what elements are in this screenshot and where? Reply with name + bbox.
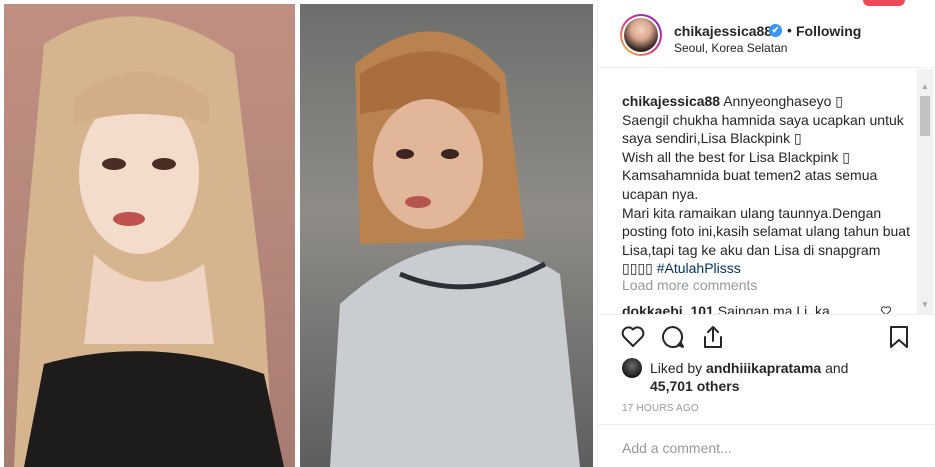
load-more-comments-button[interactable]: Load more comments <box>622 277 757 293</box>
action-bar <box>598 316 935 356</box>
bookmark-icon[interactable] <box>886 324 912 350</box>
post-timestamp[interactable]: 17 HOURS AGO <box>622 403 699 414</box>
comment-bubble-icon[interactable] <box>660 324 686 350</box>
caption-line: Kamsahamnida buat temen2 atas semua ucap… <box>622 167 878 202</box>
comment-like-heart-icon[interactable] <box>880 306 892 315</box>
right-photo-illustration <box>330 31 580 467</box>
right-photo <box>300 4 593 467</box>
likes-text: Liked by andhiiikapratama and 45,701 oth… <box>650 359 890 395</box>
location-link[interactable]: Seoul, Korea Selatan <box>674 41 787 55</box>
avatar-image <box>624 18 658 52</box>
left-photo-illustration <box>14 16 284 467</box>
likes-prefix: Liked by <box>650 360 707 376</box>
comment-text: Saingan ma Li..ka <box>717 303 830 315</box>
post-header: chikajessica88 ✔ • Following Seoul, Kore… <box>598 0 935 68</box>
comments-scroll-area[interactable]: chikajessica88 Annyeonghaseyo ▯ Saengil … <box>598 69 935 315</box>
likes-section: Liked by andhiiikapratama and 45,701 oth… <box>622 356 922 396</box>
post-sidebar: chikajessica88 ✔ • Following Seoul, Kore… <box>597 0 935 467</box>
likes-joiner: and <box>821 360 849 376</box>
scroll-up-arrow-icon[interactable]: ▲ <box>917 79 933 95</box>
scrollbar[interactable]: ▲ ▼ <box>917 69 933 315</box>
liker-username-link[interactable]: andhiiikapratama <box>706 360 821 376</box>
comment-preview: dokkaebi_101 Saingan ma Li..ka <box>622 303 830 315</box>
post-image[interactable] <box>0 0 597 467</box>
avatar[interactable] <box>620 14 662 56</box>
caption-line: Annyeonghaseyo ▯ <box>720 93 844 109</box>
comment-username-link[interactable]: dokkaebi_101 <box>622 303 714 314</box>
scrollbar-thumb[interactable] <box>920 96 930 136</box>
caption: chikajessica88 Annyeonghaseyo ▯ Saengil … <box>622 92 912 278</box>
heart-icon[interactable] <box>620 324 646 350</box>
header-separator: • <box>787 22 792 38</box>
add-comment-section <box>598 424 935 467</box>
scroll-down-arrow-icon[interactable]: ▼ <box>917 297 933 313</box>
add-comment-input[interactable] <box>622 440 912 456</box>
header-username-link[interactable]: chikajessica88 <box>674 23 772 39</box>
share-icon[interactable] <box>700 324 726 350</box>
caption-line: Saengil chukha hamnida saya ucapkan untu… <box>622 111 904 147</box>
caption-username-link[interactable]: chikajessica88 <box>622 93 720 109</box>
left-photo <box>4 4 295 467</box>
hashtag-link[interactable]: #AtulahPlisss <box>657 260 741 276</box>
caption-line: Wish all the best for Lisa Blackpink ▯ <box>622 148 850 165</box>
verified-badge-icon: ✔ <box>769 24 782 37</box>
following-button[interactable]: Following <box>796 23 861 39</box>
liker-avatar[interactable] <box>622 358 642 378</box>
likes-count-link[interactable]: 45,701 others <box>650 378 740 394</box>
